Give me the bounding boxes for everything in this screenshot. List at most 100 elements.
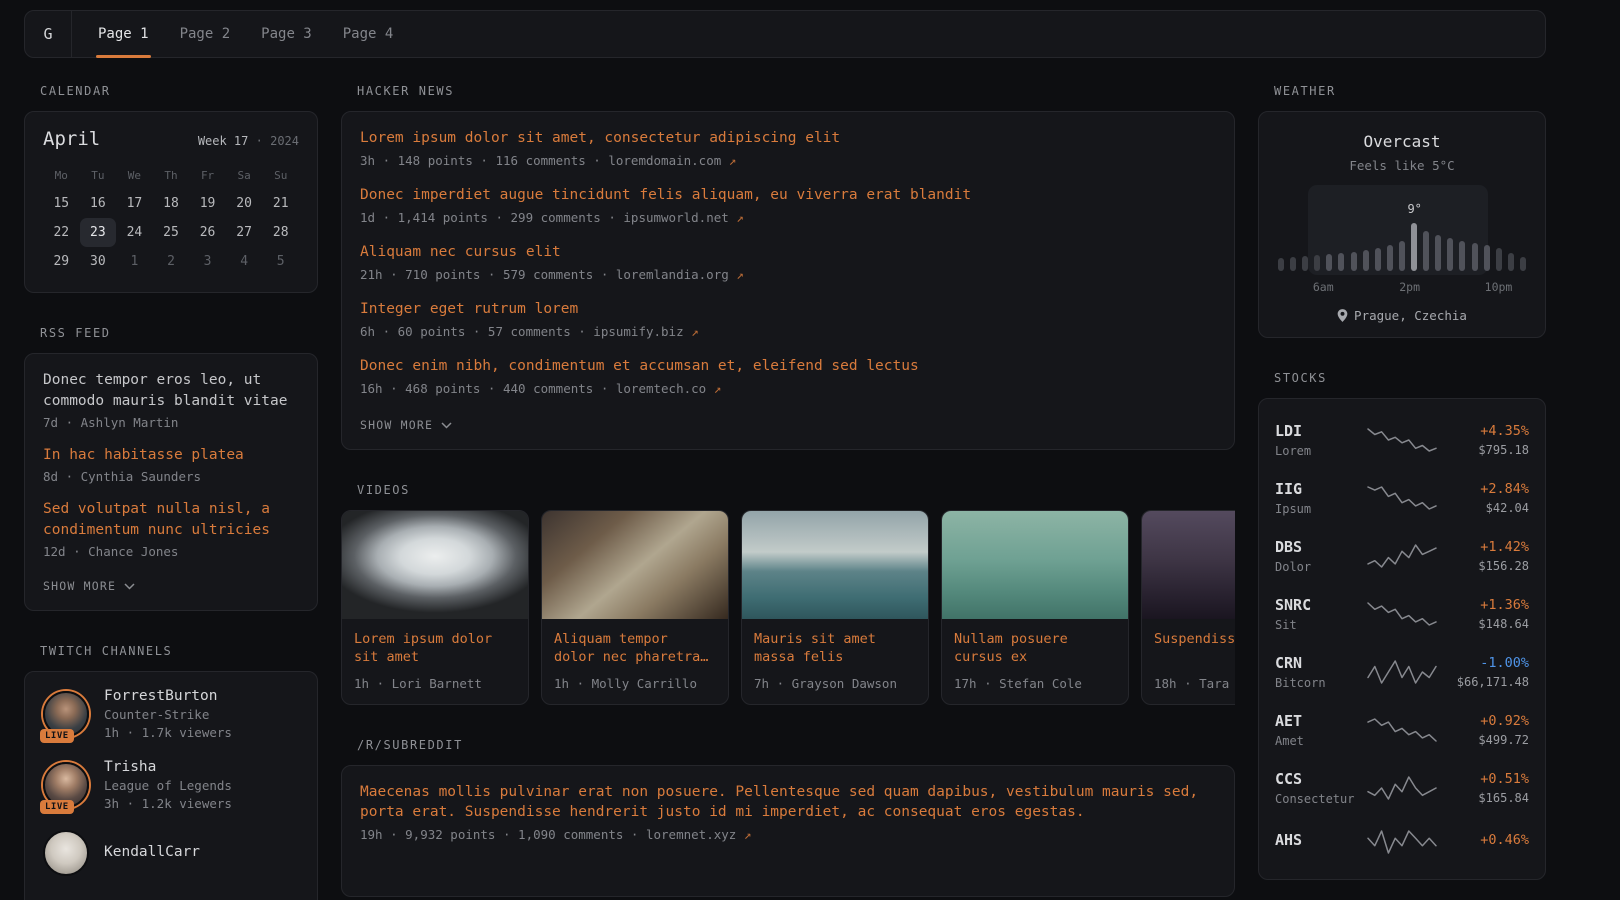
- calendar-card: April Week 17 · 2024 Mo Tu We Th Fr Sa: [24, 111, 318, 293]
- video-card[interactable]: Mauris sit amet massa felis 7h · Grayson…: [741, 510, 929, 705]
- stock-id: CCS Consectetur: [1275, 770, 1366, 806]
- channel-name: Trisha: [104, 759, 232, 775]
- hn-item-domain-link[interactable]: loremlandia.org: [616, 267, 729, 282]
- weather-location: Prague, Czechia: [1275, 308, 1529, 323]
- hackernews-show-more-button[interactable]: SHOW MORE: [360, 418, 452, 432]
- stock-sparkline: [1366, 426, 1438, 454]
- subreddit-domain-link[interactable]: loremnet.xyz: [646, 827, 736, 842]
- video-title: Mauris sit amet massa felis: [754, 630, 916, 666]
- hn-item-meta: 6h · 60 points · 57 comments · ipsumify.…: [360, 324, 1216, 339]
- hn-item-title[interactable]: Aliquam nec cursus elit: [360, 242, 1216, 262]
- calendar-day: 20: [226, 189, 263, 218]
- video-card[interactable]: Aliquam tempor dolor nec pharetra… 1h · …: [541, 510, 729, 705]
- stock-row-dbs[interactable]: DBS Dolor +1.42% $156.28: [1275, 527, 1529, 585]
- subreddit-post-meta: 19h · 9,932 points · 1,090 comments · lo…: [360, 827, 1216, 842]
- rss-item-meta: 7d · Ashlyn Martin: [43, 415, 299, 430]
- hn-item-domain-link[interactable]: loremtech.co: [616, 381, 706, 396]
- rss-item-title[interactable]: Sed volutpat nulla nisl, a condimentum n…: [43, 499, 299, 541]
- weather-bar: [1399, 241, 1405, 271]
- app-logo[interactable]: G: [25, 11, 72, 57]
- hn-item-title[interactable]: Lorem ipsum dolor sit amet, consectetur …: [360, 128, 1216, 148]
- hn-item-title[interactable]: Donec imperdiet augue tincidunt felis al…: [360, 185, 1216, 205]
- day-header: Fr: [189, 162, 226, 189]
- calendar-day: 28: [262, 218, 299, 247]
- stock-name: Lorem: [1275, 444, 1366, 458]
- hackernews-card: Lorem ipsum dolor sit amet, consectetur …: [341, 111, 1235, 450]
- hn-item-domain-link[interactable]: ipsumworld.net: [623, 210, 728, 225]
- calendar-day: 30: [80, 247, 117, 276]
- hn-item-title[interactable]: Integer eget rutrum lorem: [360, 299, 1216, 319]
- twitch-channel-forrestburton[interactable]: LIVE ForrestBurton Counter-Strike 1h · 1…: [43, 688, 299, 740]
- hn-item: Aliquam nec cursus elit 21h · 710 points…: [360, 242, 1216, 282]
- video-thumbnail: [942, 511, 1128, 619]
- stock-change: +1.42%: [1438, 539, 1529, 555]
- stock-ticker: CRN: [1275, 654, 1366, 672]
- subreddit-item: Maecenas mollis pulvinar erat non posuer…: [360, 782, 1216, 842]
- weather-section-title: WEATHER: [1274, 84, 1546, 98]
- rss-show-more-button[interactable]: SHOW MORE: [43, 579, 135, 593]
- stock-row-aet[interactable]: AET Amet +0.92% $499.72: [1275, 701, 1529, 759]
- weather-bar: [1375, 248, 1381, 271]
- stock-ticker: LDI: [1275, 422, 1366, 440]
- hn-item-meta: 21h · 710 points · 579 comments · loreml…: [360, 267, 1216, 282]
- external-link-icon: ↗: [736, 267, 744, 282]
- external-link-icon: ↗: [691, 324, 699, 339]
- channel-name: ForrestBurton: [104, 688, 232, 704]
- calendar-day: 25: [153, 218, 190, 247]
- stock-sparkline: [1366, 484, 1438, 512]
- hn-item-domain-link[interactable]: ipsumify.biz: [593, 324, 683, 339]
- stock-id: AET Amet: [1275, 712, 1366, 748]
- video-title: Aliquam tempor dolor nec pharetra…: [554, 630, 716, 666]
- twitch-channel-kendallcarr[interactable]: LIVE KendallCarr: [43, 830, 299, 876]
- video-meta: 7h · Grayson Dawson: [754, 676, 916, 691]
- stock-price: $165.84: [1438, 791, 1529, 805]
- rss-item-title[interactable]: Donec tempor eros leo, ut commodo mauris…: [43, 370, 299, 412]
- calendar-day: 29: [43, 247, 80, 276]
- tab-page-4[interactable]: Page 4: [343, 11, 394, 57]
- weather-bar: [1484, 245, 1490, 271]
- external-link-icon: ↗: [744, 827, 752, 842]
- rss-item: In hac habitasse platea 8d · Cynthia Sau…: [43, 445, 299, 484]
- hn-item-meta: 16h · 468 points · 440 comments · loremt…: [360, 381, 1216, 396]
- weather-bar: [1411, 223, 1417, 271]
- stock-values: +0.46%: [1438, 832, 1529, 852]
- videos-row: Lorem ipsum dolor sit amet consectetu… 1…: [341, 510, 1235, 705]
- stock-ticker: CCS: [1275, 770, 1366, 788]
- video-body: Suspendisse diam 18h · Tara: [1142, 619, 1235, 704]
- subreddit-post-title[interactable]: Maecenas mollis pulvinar erat non posuer…: [360, 782, 1216, 822]
- twitch-channel-trisha[interactable]: LIVE Trisha League of Legends 3h · 1.2k …: [43, 759, 299, 811]
- stock-name: Bitcorn: [1275, 676, 1366, 690]
- channel-name: KendallCarr: [104, 844, 200, 860]
- stock-row-iig[interactable]: IIG Ipsum +2.84% $42.04: [1275, 469, 1529, 527]
- channel-category: Counter-Strike: [104, 707, 232, 722]
- tab-page-2[interactable]: Page 2: [180, 11, 231, 57]
- calendar-month-label: April: [43, 128, 100, 150]
- tab-page-1[interactable]: Page 1: [98, 11, 149, 57]
- channel-info: KendallCarr: [104, 844, 200, 863]
- avatar: LIVE: [43, 762, 89, 808]
- stock-row-crn[interactable]: CRN Bitcorn -1.00% $66,171.48: [1275, 643, 1529, 701]
- calendar-header: April Week 17 · 2024: [43, 128, 299, 150]
- video-card[interactable]: Lorem ipsum dolor sit amet consectetu… 1…: [341, 510, 529, 705]
- video-card[interactable]: Nullam posuere cursus ex 17h · Stefan Co…: [941, 510, 1129, 705]
- rss-item-meta: 8d · Cynthia Saunders: [43, 469, 299, 484]
- stock-row-ahs[interactable]: AHS +0.46%: [1275, 817, 1529, 867]
- rss-item-title[interactable]: In hac habitasse platea: [43, 445, 299, 466]
- channel-info: ForrestBurton Counter-Strike 1h · 1.7k v…: [104, 688, 232, 740]
- external-link-icon: ↗: [714, 381, 722, 396]
- stock-row-snrc[interactable]: SNRC Sit +1.36% $148.64: [1275, 585, 1529, 643]
- stock-change: +4.35%: [1438, 423, 1529, 439]
- hn-item-title[interactable]: Donec enim nibh, condimentum et accumsan…: [360, 356, 1216, 376]
- weather-bar: [1351, 252, 1357, 271]
- live-badge: LIVE: [40, 800, 74, 814]
- hn-item-domain-link[interactable]: loremdomain.com: [608, 153, 721, 168]
- stock-row-ldi[interactable]: LDI Lorem +4.35% $795.18: [1275, 411, 1529, 469]
- video-meta: 1h · Molly Carrillo: [554, 676, 716, 691]
- calendar-day-headers: Mo Tu We Th Fr Sa Su: [43, 162, 299, 189]
- video-title: Suspendisse diam: [1154, 630, 1235, 666]
- stock-row-ccs[interactable]: CCS Consectetur +0.51% $165.84: [1275, 759, 1529, 817]
- stock-name: Ipsum: [1275, 502, 1366, 516]
- rss-card: Donec tempor eros leo, ut commodo mauris…: [24, 353, 318, 611]
- tab-page-3[interactable]: Page 3: [261, 11, 312, 57]
- video-card[interactable]: Suspendisse diam 18h · Tara: [1141, 510, 1235, 705]
